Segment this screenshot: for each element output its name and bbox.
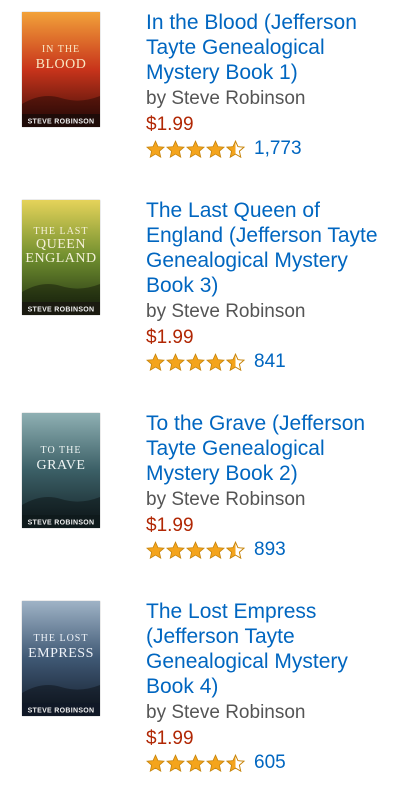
review-count-link[interactable]: 893: [254, 538, 286, 562]
cover-title-line: THE LAST: [34, 226, 89, 237]
star-full-icon: [166, 753, 186, 773]
star-full-icon: [186, 540, 206, 560]
star-rating[interactable]: [146, 139, 246, 159]
star-full-icon: [186, 139, 206, 159]
star-full-icon: [166, 540, 186, 560]
cover-author-text: STEVE ROBINSON: [28, 520, 95, 527]
book-price: $1.99: [146, 728, 194, 749]
book-title-link[interactable]: To the Grave (Jefferson Tayte Genealogic…: [146, 411, 396, 486]
star-half-icon: [226, 753, 246, 773]
star-half-icon: [226, 540, 246, 560]
star-half-icon: [226, 352, 246, 372]
star-rating[interactable]: [146, 540, 246, 560]
cover-author-text: STEVE ROBINSON: [28, 708, 95, 715]
star-full-icon: [206, 352, 226, 372]
book-info: The Last Queen of England (Jefferson Tay…: [146, 198, 396, 374]
cover-title-line: IN THE: [42, 44, 80, 55]
star-full-icon: [186, 753, 206, 773]
cover-title-line: GRAVE: [37, 458, 86, 473]
rating-row: 893: [146, 538, 396, 562]
book-price: $1.99: [146, 327, 194, 348]
book-cover-image[interactable]: THE LOST EMPRESS STEVE ROBINSON: [22, 601, 100, 716]
rating-row: 1,773: [146, 137, 396, 161]
star-full-icon: [146, 352, 166, 372]
book-price: $1.99: [146, 114, 194, 135]
book-price: $1.99: [146, 515, 194, 536]
book-author: by Steve Robinson: [146, 88, 306, 109]
cover-title-line: THE LOST: [34, 633, 89, 644]
book-cover-image[interactable]: IN THE BLOOD STEVE ROBINSON: [22, 12, 100, 127]
book-title-link[interactable]: In the Blood (Jefferson Tayte Genealogic…: [146, 10, 396, 85]
book-info: The Lost Empress (Jefferson Tayte Geneal…: [146, 599, 396, 775]
book-info: To the Grave (Jefferson Tayte Genealogic…: [146, 411, 396, 562]
book-title-link[interactable]: The Last Queen of England (Jefferson Tay…: [146, 198, 396, 298]
star-full-icon: [166, 139, 186, 159]
rating-row: 605: [146, 751, 396, 775]
book-author: by Steve Robinson: [146, 301, 306, 322]
star-full-icon: [146, 753, 166, 773]
cover-title-line: ENGLAND: [25, 251, 96, 266]
cover-author-text: STEVE ROBINSON: [28, 307, 95, 314]
rating-row: 841: [146, 350, 396, 374]
star-full-icon: [186, 352, 206, 372]
book-cover-image[interactable]: THE LAST QUEEN ENGLAND STEVE ROBINSON: [22, 200, 100, 315]
star-full-icon: [206, 753, 226, 773]
book-author: by Steve Robinson: [146, 702, 306, 723]
review-count-link[interactable]: 1,773: [254, 137, 302, 161]
cover-author-text: STEVE ROBINSON: [28, 119, 95, 126]
star-full-icon: [146, 540, 166, 560]
book-cover-image[interactable]: TO THE GRAVE STEVE ROBINSON: [22, 413, 100, 528]
review-count-link[interactable]: 605: [254, 751, 286, 775]
book-info: In the Blood (Jefferson Tayte Genealogic…: [146, 10, 396, 161]
star-full-icon: [206, 139, 226, 159]
book-title-link[interactable]: The Lost Empress (Jefferson Tayte Geneal…: [146, 599, 396, 699]
star-rating[interactable]: [146, 753, 246, 773]
star-half-icon: [226, 139, 246, 159]
star-rating[interactable]: [146, 352, 246, 372]
book-author: by Steve Robinson: [146, 489, 306, 510]
cover-title-line: TO THE: [41, 445, 82, 456]
cover-title-line: QUEEN: [36, 237, 86, 252]
star-full-icon: [166, 352, 186, 372]
star-full-icon: [146, 139, 166, 159]
star-full-icon: [206, 540, 226, 560]
cover-title-line: BLOOD: [36, 57, 87, 72]
cover-title-line: EMPRESS: [28, 646, 94, 661]
review-count-link[interactable]: 841: [254, 350, 286, 374]
